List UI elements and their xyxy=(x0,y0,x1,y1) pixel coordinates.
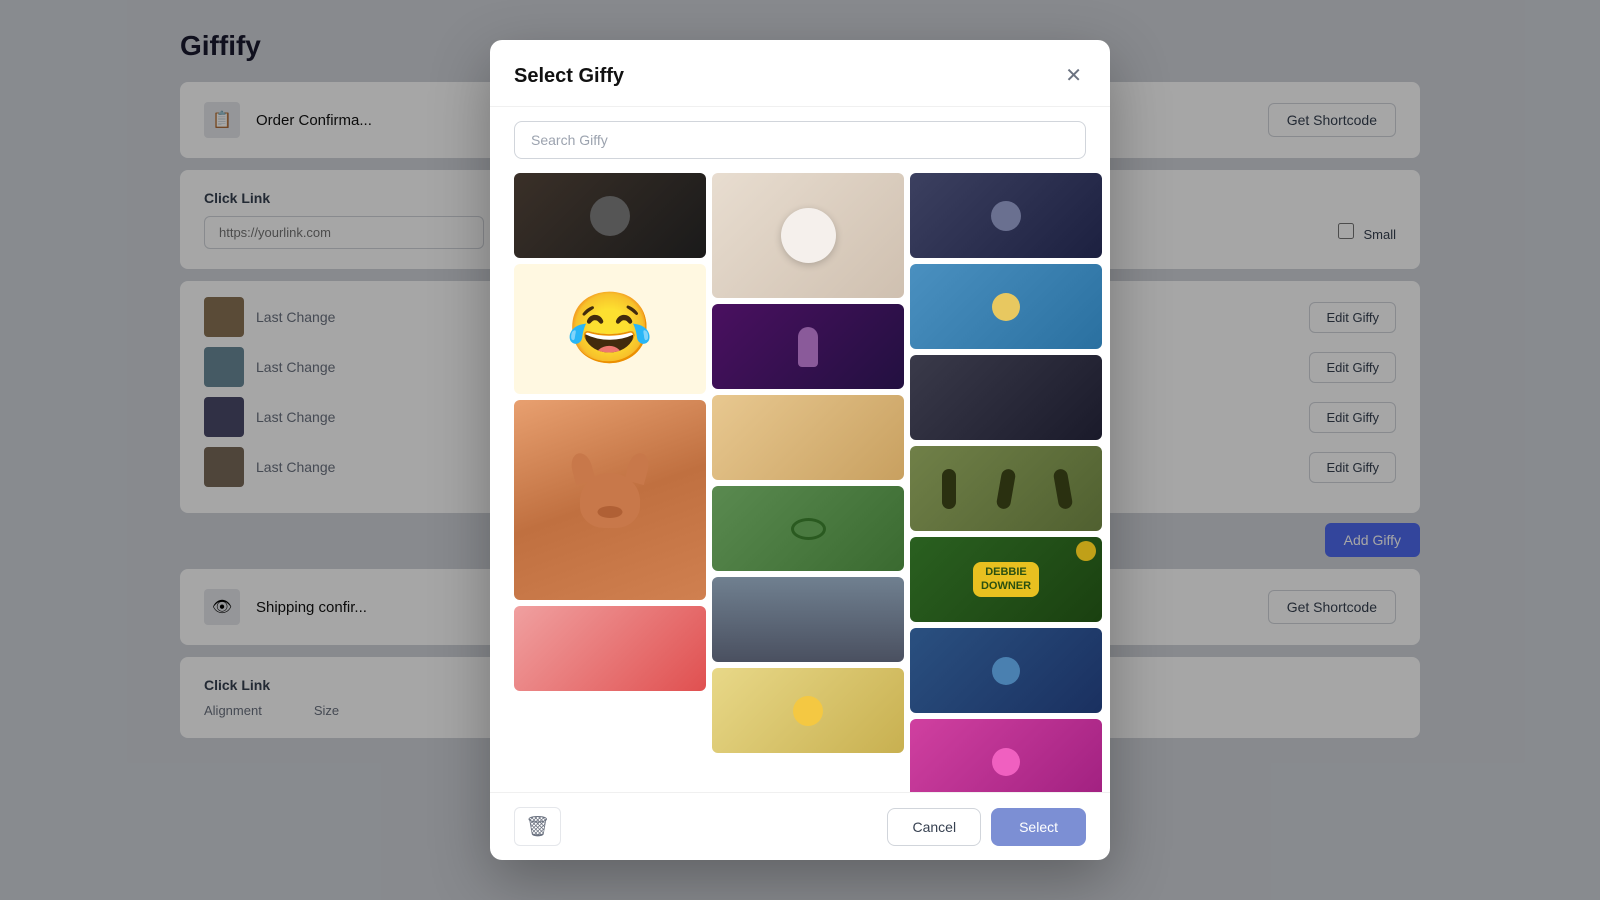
gif-chihuahua[interactable] xyxy=(514,400,706,600)
giffy-search-input[interactable] xyxy=(514,121,1086,159)
modal-footer: 🗑 Cancel Select xyxy=(490,792,1110,860)
cancel-button[interactable]: Cancel xyxy=(887,808,981,846)
gif-women-dancing[interactable] xyxy=(712,395,904,480)
gif-grid: 😂 xyxy=(490,173,1110,792)
gif-flamingo[interactable] xyxy=(514,606,706,691)
gif-laugh-emoji[interactable]: 😂 xyxy=(514,264,706,394)
gif-young-man[interactable] xyxy=(910,355,1102,440)
modal-overlay[interactable]: Select Giffy ✕ 😂 xyxy=(0,0,1600,900)
modal-title: Select Giffy xyxy=(514,65,624,88)
gif-col-1: 😂 xyxy=(514,173,706,776)
gif-dancing-silhouettes[interactable] xyxy=(910,446,1102,531)
modal-close-button[interactable]: ✕ xyxy=(1061,62,1086,90)
select-button[interactable]: Select xyxy=(991,808,1086,846)
select-giffy-modal: Select Giffy ✕ 😂 xyxy=(490,40,1110,860)
gif-car-road[interactable] xyxy=(712,577,904,662)
gif-woman-pink[interactable] xyxy=(910,719,1102,792)
trash-icon: 🗑 xyxy=(525,816,550,838)
gif-col-3: DEBBIE DOWNER xyxy=(910,173,1102,776)
gif-debbie-downer[interactable]: DEBBIE DOWNER xyxy=(910,537,1102,622)
gif-shocked-face[interactable] xyxy=(910,173,1102,258)
footer-actions: Cancel Select xyxy=(887,808,1086,846)
gif-man-reaction[interactable] xyxy=(514,173,706,258)
modal-header: Select Giffy ✕ xyxy=(490,40,1110,107)
gif-white-cat[interactable] xyxy=(712,173,904,298)
modal-search-area xyxy=(490,107,1110,173)
gif-hockey-player[interactable] xyxy=(910,628,1102,713)
gif-concert[interactable] xyxy=(712,304,904,389)
gif-blonde-woman[interactable] xyxy=(910,264,1102,349)
gif-simpsons[interactable] xyxy=(712,668,904,753)
gif-tortoise[interactable] xyxy=(712,486,904,571)
delete-button[interactable]: 🗑 xyxy=(514,807,561,846)
gif-col-2 xyxy=(712,173,904,776)
